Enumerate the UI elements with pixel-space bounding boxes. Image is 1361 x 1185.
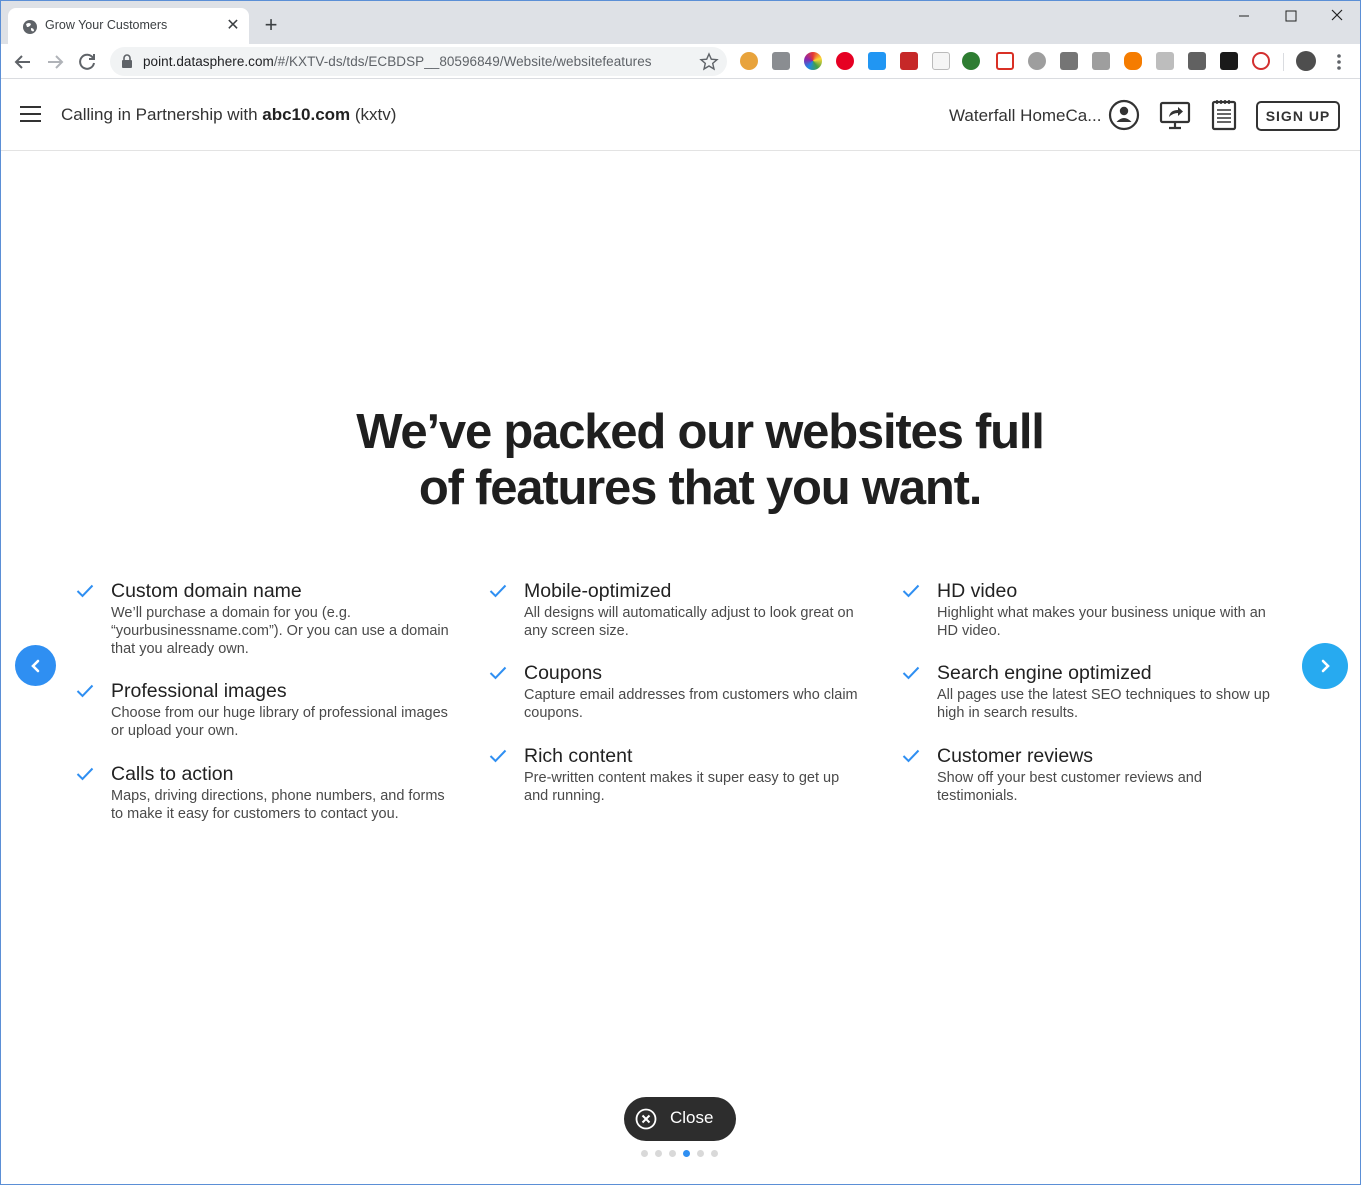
feature-title: Custom domain name — [111, 580, 302, 602]
headline-line-1: We’ve packed our websites full — [356, 405, 1045, 459]
feature-title: Customer reviews — [937, 745, 1094, 767]
pagination-dot[interactable] — [697, 1150, 704, 1157]
minimize-icon[interactable] — [1232, 6, 1256, 26]
checkmark-icon — [902, 749, 920, 763]
feature-description: All pages use the latest SEO techniques … — [937, 687, 1270, 721]
browser-tabstrip: Grow Your Customers ✕ + — [0, 0, 1361, 44]
reload-icon[interactable] — [75, 50, 99, 74]
feature-title: Calls to action — [111, 763, 234, 785]
slash-extension-icon[interactable] — [1188, 52, 1206, 70]
tab-title: Grow Your Customers — [45, 18, 168, 32]
feature-description: Pre-written content makes it super easy … — [524, 770, 840, 804]
notes-icon[interactable] — [1207, 98, 1241, 132]
adblock-extension-icon[interactable] — [1028, 52, 1046, 70]
partner-line: Calling in Partnership with abc10.com (k… — [61, 105, 396, 125]
present-screen-icon[interactable] — [1158, 98, 1192, 132]
pinterest-extension-icon[interactable] — [836, 52, 854, 70]
feature-title: Mobile-optimized — [524, 580, 672, 602]
close-button[interactable]: Close — [624, 1097, 736, 1141]
checkmark-icon — [902, 584, 920, 598]
close-label: Close — [670, 1108, 714, 1127]
window-extension-icon[interactable] — [868, 52, 886, 70]
checkmark-icon — [902, 666, 920, 680]
pagination-dot[interactable] — [711, 1150, 718, 1157]
toolbar-divider — [1283, 53, 1284, 71]
color-wheel-extension-icon[interactable] — [804, 52, 822, 70]
text-extension-icon[interactable] — [1060, 52, 1078, 70]
pagination-dot[interactable] — [669, 1150, 676, 1157]
partner-name: abc10.com — [262, 105, 351, 124]
chevron-right-icon — [1321, 659, 1330, 673]
feature-title: HD video — [937, 580, 1018, 602]
address-bar[interactable]: point.datasphere.com/#/KXTV-ds/tds/ECBDS… — [110, 47, 727, 76]
url-text[interactable]: point.datasphere.com/#/KXTV-ds/tds/ECBDS… — [143, 54, 652, 69]
browser-menu-icon[interactable] — [1330, 52, 1348, 72]
feature-description: Highlight what makes your business uniqu… — [937, 605, 1266, 639]
tab-close-icon[interactable]: ✕ — [223, 16, 243, 36]
url-path: /#/KXTV-ds/tds/ECBDSP__80596849/Website/… — [273, 54, 652, 69]
checkmark-icon — [489, 584, 507, 598]
camera-extension-icon[interactable] — [772, 52, 790, 70]
browser-tab[interactable]: Grow Your Customers ✕ — [8, 8, 249, 44]
checkmark-icon — [76, 767, 94, 781]
back-arrow-icon[interactable] — [11, 50, 35, 74]
pagination-dot[interactable] — [641, 1150, 648, 1157]
hamburger-menu-icon[interactable] — [20, 106, 42, 123]
gmail-extension-icon[interactable] — [996, 52, 1014, 70]
feature-title: Professional images — [111, 680, 287, 702]
feature-title: Search engine optimized — [937, 662, 1152, 684]
bookmark-star-icon[interactable] — [699, 52, 719, 72]
profile-avatar[interactable] — [1296, 51, 1316, 71]
feature-description: Capture email addresses from customers w… — [524, 687, 858, 721]
close-circle-icon — [635, 1108, 657, 1130]
window-close-icon[interactable] — [1325, 6, 1349, 26]
previous-slide-button[interactable] — [15, 645, 56, 686]
lock-icon[interactable] — [120, 54, 134, 69]
fox-extension-icon[interactable] — [1124, 52, 1142, 70]
globe-icon — [23, 20, 37, 34]
next-slide-button[interactable] — [1302, 643, 1348, 689]
maximize-icon[interactable] — [1279, 6, 1303, 26]
paypal-off-extension-icon[interactable] — [1220, 52, 1238, 70]
feature-title: Rich content — [524, 745, 633, 767]
user-account-icon[interactable] — [1107, 98, 1141, 132]
pagination-dot[interactable] — [655, 1150, 662, 1157]
chevron-left-icon — [30, 659, 39, 672]
headline-line-2: of features that you want. — [418, 461, 983, 515]
slide-headline: We’ve packed our websites full of featur… — [280, 404, 1120, 516]
book-extension-icon[interactable] — [900, 52, 918, 70]
feature-description: Choose from our huge library of professi… — [111, 705, 448, 739]
block-extension-icon[interactable] — [1252, 52, 1270, 70]
puzzle-extension-icon[interactable] — [1156, 52, 1174, 70]
feature-description: Maps, driving directions, phone numbers,… — [111, 788, 445, 822]
forward-arrow-icon[interactable] — [43, 50, 67, 74]
business-name: Waterfall HomeCa... — [949, 106, 1102, 125]
partner-suffix: (kxtv) — [350, 105, 397, 124]
feature-title: Coupons — [524, 662, 603, 684]
checkmark-icon — [489, 666, 507, 680]
new-tab-button[interactable]: + — [259, 14, 283, 38]
feature-description: We’ll purchase a domain for you (e.g. “y… — [111, 605, 449, 657]
pagination-dot-active[interactable] — [683, 1150, 690, 1157]
checkmark-icon — [76, 584, 94, 598]
partner-prefix: Calling in Partnership with — [61, 105, 263, 124]
url-host: point.datasphere.com — [143, 54, 274, 69]
feature-description: All designs will automatically adjust to… — [524, 605, 854, 639]
notes-extension-icon[interactable] — [932, 52, 950, 70]
globe-new-extension-icon[interactable] — [962, 52, 980, 70]
sign-up-button[interactable]: SIGN UP — [1256, 101, 1340, 131]
dss-extension-icon[interactable] — [1092, 52, 1110, 70]
browser-toolbar: point.datasphere.com/#/KXTV-ds/tds/ECBDS… — [0, 44, 1361, 79]
cookie-extension-icon[interactable] — [740, 52, 758, 70]
app-header: Calling in Partnership with abc10.com (k… — [1, 80, 1360, 151]
checkmark-icon — [76, 684, 94, 698]
feature-description: Show off your best customer reviews and … — [937, 770, 1202, 804]
checkmark-icon — [489, 749, 507, 763]
